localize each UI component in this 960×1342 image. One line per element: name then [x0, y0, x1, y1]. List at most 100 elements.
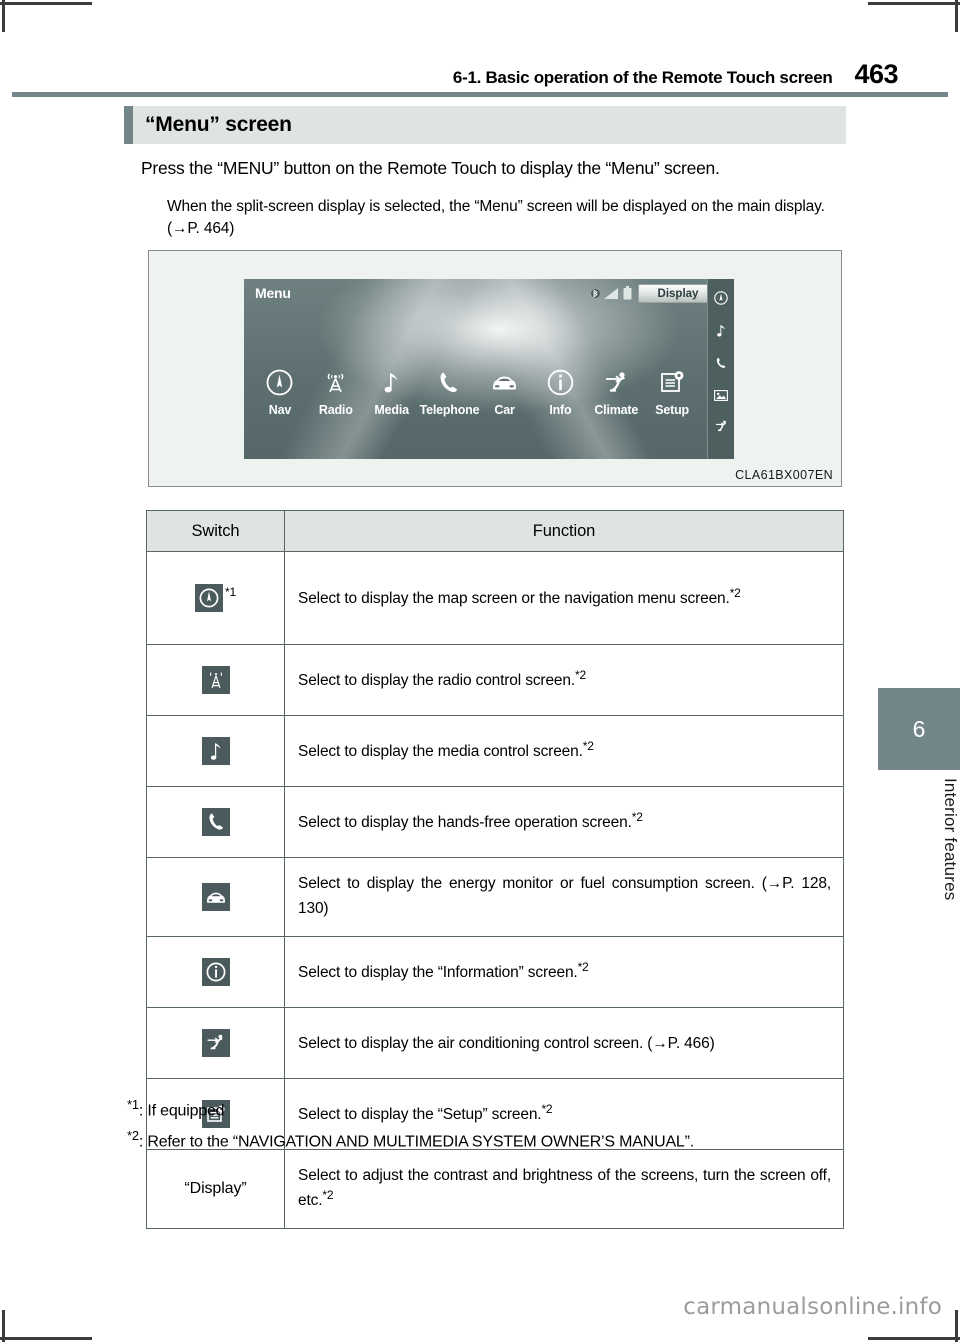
function-text: Select to display the media control scre… [298, 743, 583, 761]
bluetooth-icon [591, 287, 600, 305]
switch-cell [146, 715, 285, 787]
menu-item-label: Radio [318, 403, 353, 417]
setup-gear-document-icon [644, 367, 700, 397]
figure-caption: CLA61BX007EN [735, 468, 833, 482]
sub-paragraph: When the split-screen display is selecte… [167, 198, 825, 237]
switch-cell: “Display” [146, 1149, 285, 1229]
function-text: Select to display the energy monitor or … [298, 875, 831, 918]
climate-seat-icon [201, 1029, 230, 1057]
menu-item-label: Setup [655, 403, 689, 417]
section-title: “Menu” screen [145, 113, 292, 136]
crop-mark-bottom-right-horizontal [868, 1337, 960, 1340]
climate-seat-icon[interactable] [714, 419, 729, 438]
table-row: *1 Select to display the map screen or t… [146, 551, 844, 645]
table-row: Select to display the hands-free operati… [146, 786, 844, 858]
crop-mark-top-right-vertical [955, 0, 958, 32]
menu-icon-row: Nav Radio Media Telephone Car Info Clima… [252, 367, 700, 417]
car-icon [201, 883, 230, 911]
info-circle-icon [532, 367, 588, 397]
navigation-compass-icon [195, 584, 224, 612]
menu-item-radio[interactable]: Radio [308, 367, 364, 417]
picture-icon[interactable] [714, 388, 728, 406]
menu-item-setup[interactable]: Setup [644, 367, 700, 417]
function-cell: Select to display the media control scre… [284, 715, 844, 787]
crop-mark-top-left-horizontal [0, 2, 92, 5]
display-button[interactable]: Display [638, 284, 718, 303]
switch-cell: *1 [146, 551, 285, 645]
table-row: Select to display the air conditioning c… [146, 1007, 844, 1079]
function-footnote-mark: *2 [582, 739, 594, 754]
function-footnote-mark: *2 [575, 668, 586, 683]
footnote-mark: *2 [127, 1128, 139, 1144]
menu-item-telephone[interactable]: Telephone [419, 367, 480, 417]
function-text: Select to display the air conditioning c… [298, 1035, 715, 1053]
table-row: “Display” Select to adjust the contrast … [146, 1149, 844, 1229]
battery-icon [623, 286, 632, 305]
column-header-switch: Switch [146, 510, 285, 552]
crop-mark-top-left-vertical [2, 0, 5, 32]
info-circle-icon [201, 958, 230, 986]
footnote-block: *1: If equipped *2: Refer to the “NAVIGA… [127, 1097, 847, 1160]
chapter-number-tab: 6 [878, 688, 960, 770]
function-cell: Select to display the “Information” scre… [284, 936, 844, 1008]
chapter-number: 6 [912, 715, 926, 742]
table-row: Select to display the “Information” scre… [146, 936, 844, 1008]
function-cell: Select to display the air conditioning c… [284, 1007, 844, 1079]
switch-text-label: “Display” [184, 1180, 247, 1197]
climate-seat-icon [588, 367, 644, 397]
footnote-1: *1: If equipped [127, 1097, 847, 1120]
menu-item-media[interactable]: Media [364, 367, 420, 417]
switch-cell [146, 857, 285, 937]
menu-item-info[interactable]: Info [532, 367, 588, 417]
table-row: Select to display the media control scre… [146, 715, 844, 787]
menu-item-nav[interactable]: Nav [252, 367, 308, 417]
table-row: Select to display the radio control scre… [146, 644, 844, 716]
function-text: Select to display the hands-free operati… [298, 814, 632, 832]
function-footnote-mark: *2 [631, 810, 643, 825]
car-icon [477, 367, 533, 397]
page-number: 463 [854, 59, 898, 89]
phone-handset-icon [420, 367, 477, 397]
menu-item-label: Media [374, 403, 409, 417]
switch-cell [146, 936, 285, 1008]
radio-tower-icon [308, 367, 364, 397]
function-cell: Select to display the radio control scre… [284, 644, 844, 716]
function-footnote-mark: *2 [322, 1187, 334, 1202]
music-note-icon [201, 737, 230, 765]
function-text: Select to display the “Information” scre… [298, 964, 578, 982]
signal-bars-icon [604, 287, 619, 305]
lead-paragraph: Press the “MENU” button on the Remote To… [141, 158, 720, 178]
menu-item-label: Nav [268, 403, 292, 417]
nav-display-mockup: Menu Display Nav Radio Media Telephone C… [244, 279, 734, 459]
navigation-compass-icon[interactable] [714, 291, 728, 310]
menu-item-climate[interactable]: Climate [588, 367, 644, 417]
column-header-function: Function [284, 510, 844, 552]
radio-tower-icon [201, 666, 230, 694]
menu-screen-illustration: Menu Display Nav Radio Media Telephone C… [148, 250, 842, 487]
menu-item-label: Telephone [419, 403, 480, 417]
switch-footnote-mark: *1 [225, 584, 236, 599]
screen-side-toolbar [707, 279, 734, 459]
status-icon-group [591, 286, 632, 305]
function-text: Select to display the radio control scre… [298, 672, 576, 690]
screen-title: Menu [255, 285, 291, 301]
site-watermark: carmanualsonline.info [683, 1294, 942, 1320]
function-footnote-mark: *2 [729, 586, 741, 601]
function-text: Select to display the map screen or the … [298, 590, 730, 608]
footnote-mark: *1 [127, 1097, 139, 1112]
footnote-text: : If equipped [138, 1102, 225, 1120]
header-section-title: 6-1. Basic operation of the Remote Touch… [452, 68, 833, 87]
footnote-2: *2: Refer to the “NAVIGATION AND MULTIME… [127, 1128, 847, 1151]
music-note-icon[interactable] [714, 323, 728, 343]
crop-mark-bottom-left-horizontal [0, 1337, 92, 1340]
crop-mark-bottom-right-vertical [955, 1310, 958, 1342]
function-cell: Select to adjust the contrast and bright… [284, 1149, 844, 1229]
switch-cell [146, 786, 285, 858]
header-divider-rule [12, 92, 948, 97]
menu-item-car[interactable]: Car [477, 367, 533, 417]
navigation-compass-icon [252, 367, 308, 397]
page-header: 6-1. Basic operation of the Remote Touch… [0, 52, 960, 88]
switch-cell [146, 1007, 285, 1079]
function-cell: Select to display the hands-free operati… [284, 786, 844, 858]
phone-handset-icon[interactable] [714, 356, 728, 375]
